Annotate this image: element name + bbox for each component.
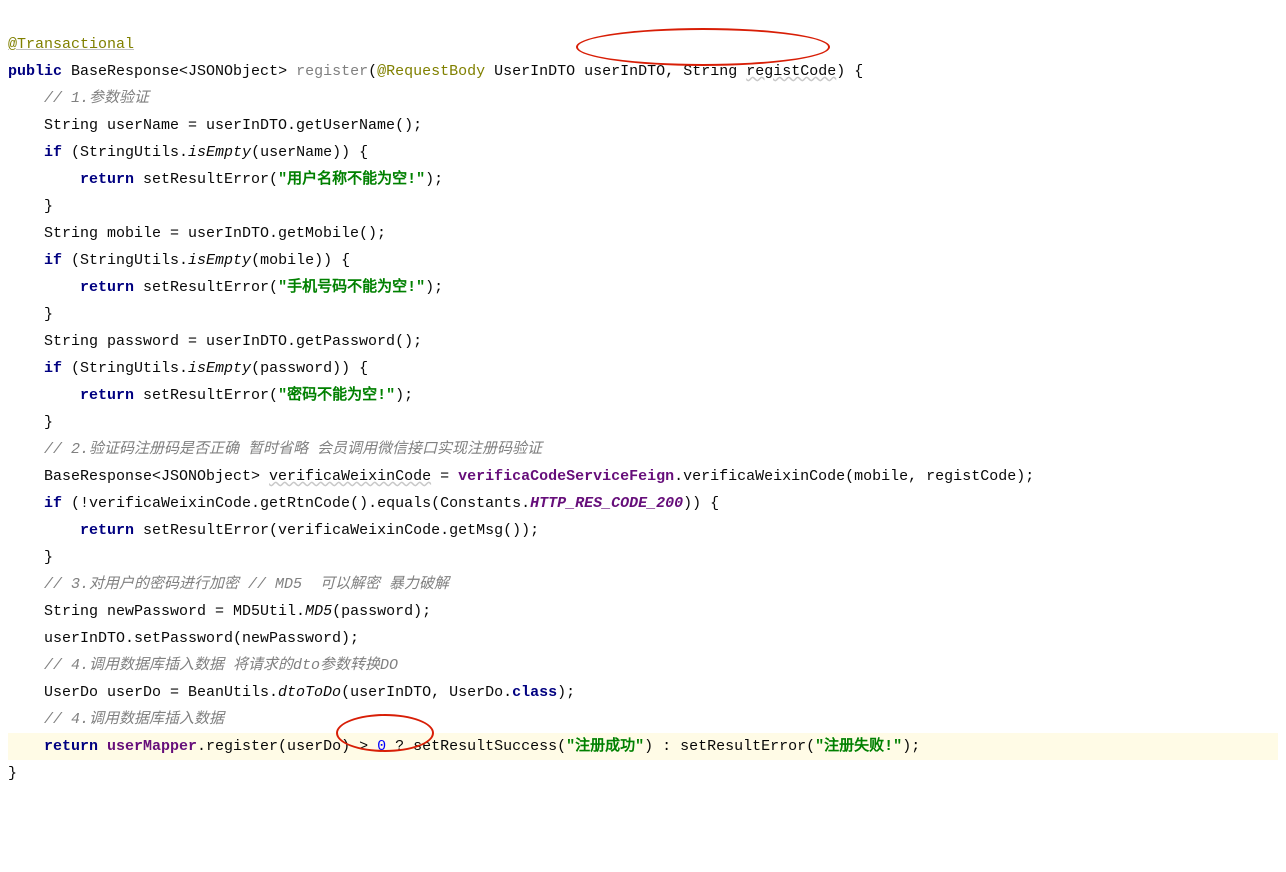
line-13: if (StringUtils.isEmpty(password)) {: [8, 360, 368, 377]
line-27-highlighted: return userMapper.register(userDo) > 0 ?…: [8, 733, 1278, 760]
line-25: UserDo userDo = BeanUtils.dtoToDo(userIn…: [8, 684, 575, 701]
line-24-comment: // 4.调用数据库插入数据 将请求的dto参数转换DO: [8, 657, 398, 674]
line-2: public BaseResponse<JSONObject> register…: [8, 63, 863, 80]
line-16-comment: // 2.验证码注册码是否正确 暂时省略 会员调用微信接口实现注册码验证: [8, 441, 542, 458]
line-21-comment: // 3.对用户的密码进行加密 // MD5 可以解密 暴力破解: [8, 576, 449, 593]
line-14: return setResultError("密码不能为空!");: [8, 387, 413, 404]
line-5: if (StringUtils.isEmpty(userName)) {: [8, 144, 368, 161]
code-editor[interactable]: @Transactional public BaseResponse<JSONO…: [0, 0, 1286, 872]
line-11: }: [8, 306, 53, 323]
line-22: String newPassword = MD5Util.MD5(passwor…: [8, 603, 431, 620]
line-17: BaseResponse<JSONObject> verificaWeixinC…: [8, 468, 1034, 485]
line-3-comment: // 1.参数验证: [8, 90, 149, 107]
line-7: }: [8, 198, 53, 215]
line-20: }: [8, 549, 53, 566]
line-23: userInDTO.setPassword(newPassword);: [8, 630, 359, 647]
line-10: return setResultError("手机号码不能为空!");: [8, 279, 443, 296]
line-8: String mobile = userInDTO.getMobile();: [8, 225, 386, 242]
line-28: }: [8, 765, 17, 782]
line-4: String userName = userInDTO.getUserName(…: [8, 117, 422, 134]
annotation-transactional: @Transactional: [8, 36, 134, 53]
line-15: }: [8, 414, 53, 431]
line-19: return setResultError(verificaWeixinCode…: [8, 522, 539, 539]
line-6: return setResultError("用户名称不能为空!");: [8, 171, 443, 188]
circle-annotation-1: [576, 28, 830, 66]
line-26-comment: // 4.调用数据库插入数据: [8, 711, 224, 728]
line-9: if (StringUtils.isEmpty(mobile)) {: [8, 252, 350, 269]
line-18: if (!verificaWeixinCode.getRtnCode().equ…: [8, 495, 719, 512]
line-12: String password = userInDTO.getPassword(…: [8, 333, 422, 350]
